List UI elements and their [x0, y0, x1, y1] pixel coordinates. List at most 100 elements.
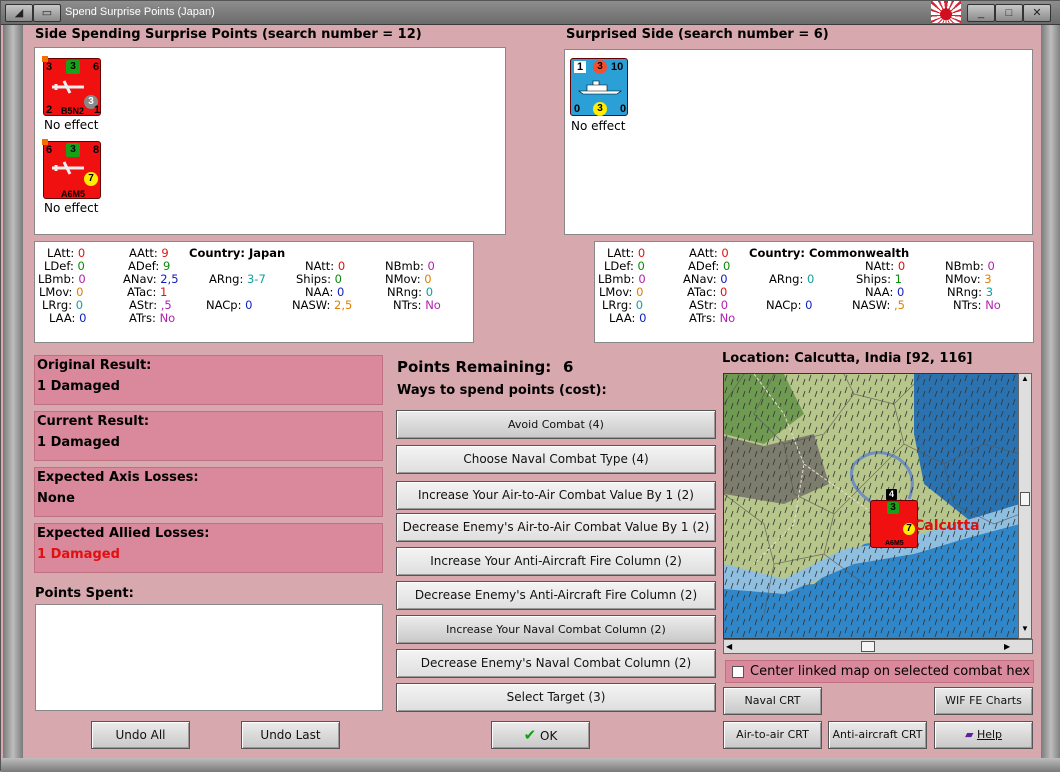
left-frame [3, 25, 23, 770]
stat-natt: NAtt: 0 [305, 259, 346, 273]
scroll-right-icon[interactable]: ▶ [1004, 640, 1016, 652]
center-linked-label: Center linked map on selected combat hex [750, 664, 1031, 679]
stat-latt: LAtt: 0 [47, 246, 86, 260]
unit-stat: 8 [93, 144, 100, 156]
unit-stat: 0 [574, 103, 581, 115]
decrease-enemy-anti-aircraft-button[interactable]: Decrease Enemy's Anti-Aircraft Fire Colu… [396, 581, 716, 610]
stat-nacp: NACp: 0 [206, 298, 253, 312]
map-horizontal-scrollbar[interactable]: ◀ ▶ [723, 639, 1033, 654]
scroll-down-icon[interactable]: ▼ [1020, 624, 1030, 636]
choose-naval-combat-type-button[interactable]: Choose Naval Combat Type (4) [396, 445, 716, 474]
unit-stat: 3 [66, 60, 80, 74]
stats-panel-commonwealth: LAtt: 0 AAtt: 0 Country: Commonwealth NA… [594, 241, 1034, 343]
checkmark-icon: ✔ [523, 726, 537, 744]
unit-stat: 1 [94, 104, 101, 116]
ways-to-spend-label: Ways to spend points (cost): [397, 383, 607, 398]
dialog-window: ◢ ▭ Spend Surprise Points (Japan) _ □ ✕ … [0, 0, 1060, 772]
stat-arng: ARng: 3-7 [209, 272, 266, 286]
scroll-thumb[interactable] [1020, 492, 1030, 506]
right-frame [1041, 25, 1060, 770]
close-button[interactable]: ✕ [1023, 4, 1051, 22]
center-linked-map-row[interactable]: Center linked map on selected combat hex [725, 660, 1034, 683]
stat-laa: LAA: 0 [49, 311, 87, 325]
original-result-label: Original Result: [37, 358, 152, 373]
stat-ntrs: NTrs: No [393, 298, 441, 312]
air-to-air-crt-button[interactable]: Air-to-air CRT [723, 721, 822, 749]
unit-name: B5N2 [61, 106, 85, 116]
allied-losses-label: Expected Allied Losses: [37, 526, 210, 541]
stat-naa: NAA: 0 [305, 285, 345, 299]
select-target-button[interactable]: Select Target (3) [396, 683, 716, 712]
stat-nbmb: NBmb: 0 [945, 259, 995, 273]
country-label: Country: Commonwealth [749, 246, 910, 260]
stat-ldef: LDef: 0 [44, 259, 85, 273]
unit-stat: 3 [593, 60, 607, 74]
stat-lbmb: LBmb: 0 [598, 272, 646, 286]
unit-counter-a6m5[interactable]: 6 3 8 7 A6M5 [42, 139, 101, 199]
ok-label: OK [540, 729, 558, 743]
wif-charts-button[interactable]: WIF FE Charts [934, 687, 1033, 715]
stat-nasw: NASW: ,5 [852, 298, 905, 312]
stat-adef: ADef: 9 [128, 259, 171, 273]
stat-lmov: LMov: 0 [599, 285, 644, 299]
stat-atac: ATac: 0 [687, 285, 728, 299]
stat-lbmb: LBmb: 0 [38, 272, 86, 286]
map-vertical-scrollbar[interactable]: ▲ ▼ [1018, 373, 1032, 639]
stat-lmov: LMov: 0 [39, 285, 84, 299]
stat-ldef: LDef: 0 [604, 259, 645, 273]
maximize-button[interactable]: □ [995, 4, 1023, 22]
undo-last-button[interactable]: Undo Last [241, 721, 340, 749]
points-spent-list[interactable] [35, 604, 383, 711]
decrease-enemy-air-to-air-button[interactable]: Decrease Enemy's Air-to-Air Combat Value… [396, 513, 716, 542]
unit-name: A6M5 [61, 189, 86, 199]
decrease-enemy-naval-combat-button[interactable]: Decrease Enemy's Naval Combat Column (2) [396, 649, 716, 678]
unit-stat: 7 [84, 172, 98, 186]
stat-astr: AStr: 0 [689, 298, 729, 312]
stats-panel-japan: LAtt: 0 AAtt: 9 Country: Japan NAtt: 0 N… [34, 241, 474, 343]
allied-losses-value: 1 Damaged [37, 547, 120, 562]
unit-counter-cw-ship[interactable]: 1 3 10 0 3 0 [570, 58, 628, 116]
axis-losses-box: Expected Axis Losses: None [34, 467, 383, 517]
spending-units-panel: 3 3 6 3 2 B5N2 1 No effect 6 3 8 7 A6M5 … [34, 47, 506, 235]
stat-astr: AStr: ,5 [129, 298, 172, 312]
window-title: Spend Surprise Points (Japan) [65, 6, 215, 18]
scroll-left-icon[interactable]: ◀ [726, 640, 738, 652]
map-unit-stack-a6m5[interactable]: 3 7 A6M5 [870, 500, 918, 548]
unit-status: No effect [571, 119, 626, 133]
unit-stat: 6 [93, 61, 100, 73]
stat-ships: Ships: 1 [856, 272, 902, 286]
unit-status: No effect [44, 118, 99, 132]
ok-button[interactable]: ✔ OK [491, 721, 590, 749]
restore-button[interactable]: ▭ [33, 4, 61, 22]
help-button[interactable]: ▰ Help [934, 721, 1033, 749]
increase-anti-aircraft-button[interactable]: Increase Your Anti-Aircraft Fire Column … [396, 547, 716, 576]
naval-crt-button[interactable]: Naval CRT [723, 687, 822, 715]
unit-name: A6M5 [885, 540, 904, 547]
stat-aatt: AAtt: 0 [689, 246, 729, 260]
stat-ships: Ships: 0 [296, 272, 342, 286]
scroll-thumb[interactable] [861, 641, 875, 652]
center-linked-checkbox[interactable] [732, 666, 744, 678]
increase-air-to-air-button[interactable]: Increase Your Air-to-Air Combat Value By… [396, 481, 716, 510]
aircraft-icon [52, 80, 84, 94]
undo-all-button[interactable]: Undo All [91, 721, 190, 749]
increase-naval-combat-button[interactable]: Increase Your Naval Combat Column (2) [396, 615, 716, 644]
unit-counter-b5n2[interactable]: 3 3 6 3 2 B5N2 1 [42, 56, 101, 116]
system-menu-button[interactable]: ◢ [5, 4, 33, 22]
avoid-combat-button[interactable]: Avoid Combat (4) [396, 410, 716, 439]
stat-atrs: ATrs: No [689, 311, 736, 325]
unit-stat: 2 [46, 104, 53, 116]
scroll-up-icon[interactable]: ▲ [1020, 374, 1030, 386]
location-map[interactable]: 3 7 A6M5 4 Calcutta [723, 373, 1019, 639]
ship-icon [578, 80, 622, 95]
stat-nmov: NMov: 0 [385, 272, 432, 286]
stack-count-badge: 4 [886, 489, 897, 500]
stat-lrrg: LRrg: 0 [42, 298, 84, 312]
unit-stat: 3 [66, 143, 80, 157]
current-result-label: Current Result: [37, 414, 150, 429]
title-bar: ◢ ▭ Spend Surprise Points (Japan) _ □ ✕ [1, 1, 1060, 25]
original-result-value: 1 Damaged [37, 379, 120, 394]
stat-nrng: NRng: 0 [387, 285, 434, 299]
anti-aircraft-crt-button[interactable]: Anti-aircraft CRT [828, 721, 927, 749]
minimize-button[interactable]: _ [967, 4, 995, 22]
